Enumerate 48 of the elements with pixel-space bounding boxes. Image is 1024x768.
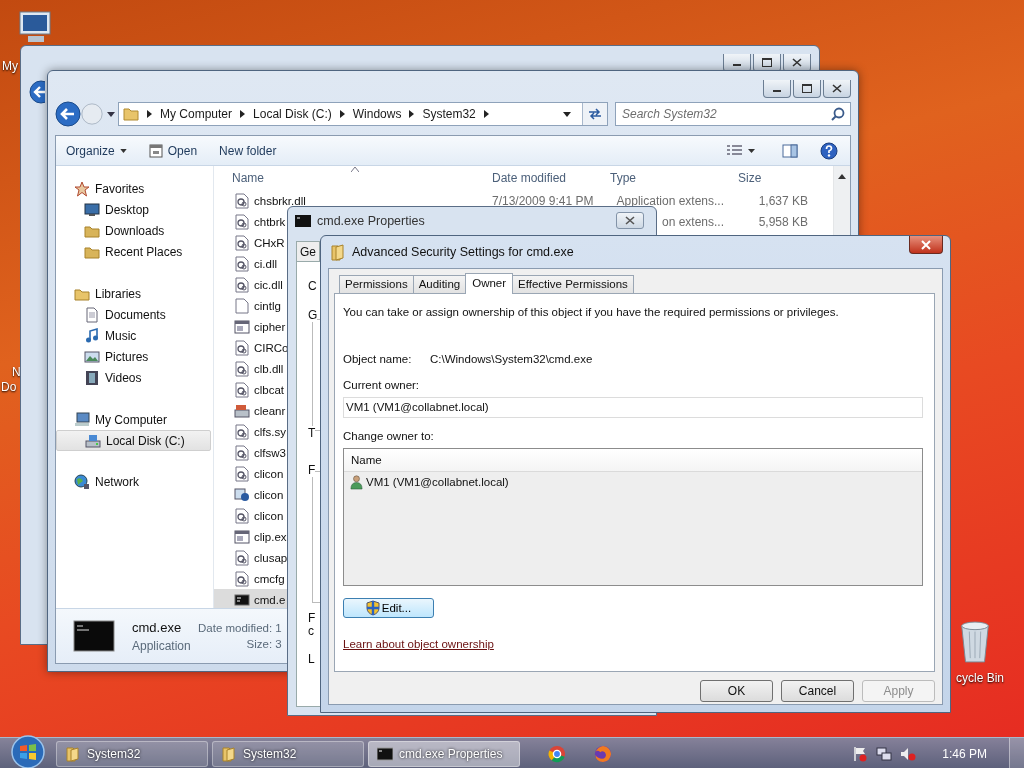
date-cell: 7/13/2009 9:41 PM <box>492 193 594 208</box>
type-cell: on extens... <box>661 214 724 229</box>
window-title: Advanced Security Settings for cmd.exe <box>352 245 574 259</box>
file-name: clusap <box>254 551 288 564</box>
label-text: T <box>308 426 316 440</box>
label-text: C <box>308 279 317 293</box>
owner-name: VM1 (VM1@collabnet.local) <box>366 476 509 488</box>
file-name: clbcat <box>254 383 285 396</box>
file-name: cic.dll <box>254 278 283 291</box>
file-name: CIRCo <box>254 341 289 354</box>
desktop-icon-label: cycle Bin <box>956 671 1005 685</box>
file-name: cmd.e <box>254 593 286 606</box>
file-name: clip.ex <box>254 530 287 543</box>
window-title: cmd.exe Properties <box>317 213 425 228</box>
label-text: F <box>308 611 316 625</box>
file-name: cipher <box>254 320 286 333</box>
desktop-icon-label: My <box>2 59 18 73</box>
file-name: chsbrkr.dll <box>254 194 306 207</box>
size-cell: 5,958 KB <box>758 214 808 229</box>
file-name: clfs.sy <box>254 425 286 438</box>
type-cell: Application extens... <box>616 193 724 208</box>
file-name: ci.dll <box>254 257 277 270</box>
file-name: clicon <box>254 488 284 501</box>
file-name: cintlg <box>254 299 281 312</box>
desktop-icon-label: N <box>12 365 21 379</box>
file-name: clicon <box>254 509 284 522</box>
object-path: C:\Windows\System32\cmd.exe <box>430 353 593 365</box>
file-type: Application <box>132 638 192 653</box>
file-name: clicon <box>254 467 284 480</box>
field-label: Current owner: <box>343 379 421 391</box>
file-name: CHxR <box>254 236 285 249</box>
file-name: cleanr <box>254 404 286 417</box>
file-name: cmd.exe <box>132 619 183 635</box>
size-cell: 1,637 KB <box>758 193 808 208</box>
field-label: Object name: <box>343 353 413 365</box>
label-text: G <box>308 308 318 322</box>
desktop-icon-label: Do <box>1 380 17 394</box>
read-only-field: VM1 (VM1@collabnet.local) <box>343 397 923 418</box>
file-name: cmcfg <box>254 572 285 585</box>
size-label: Size: 3 <box>246 638 282 650</box>
file-name: chtbrk <box>254 215 286 228</box>
description-text: You can take or assign ownership of this object if you have the required permissions or privileges. <box>343 306 840 318</box>
file-name: clfsw3 <box>254 446 286 459</box>
date-modified-label: Date modified: 1 <box>198 622 282 634</box>
label-text: F <box>308 463 316 477</box>
label-text: L <box>308 652 315 666</box>
field-label: Change owner to: <box>343 430 435 442</box>
file-name: clb.dll <box>254 362 284 375</box>
